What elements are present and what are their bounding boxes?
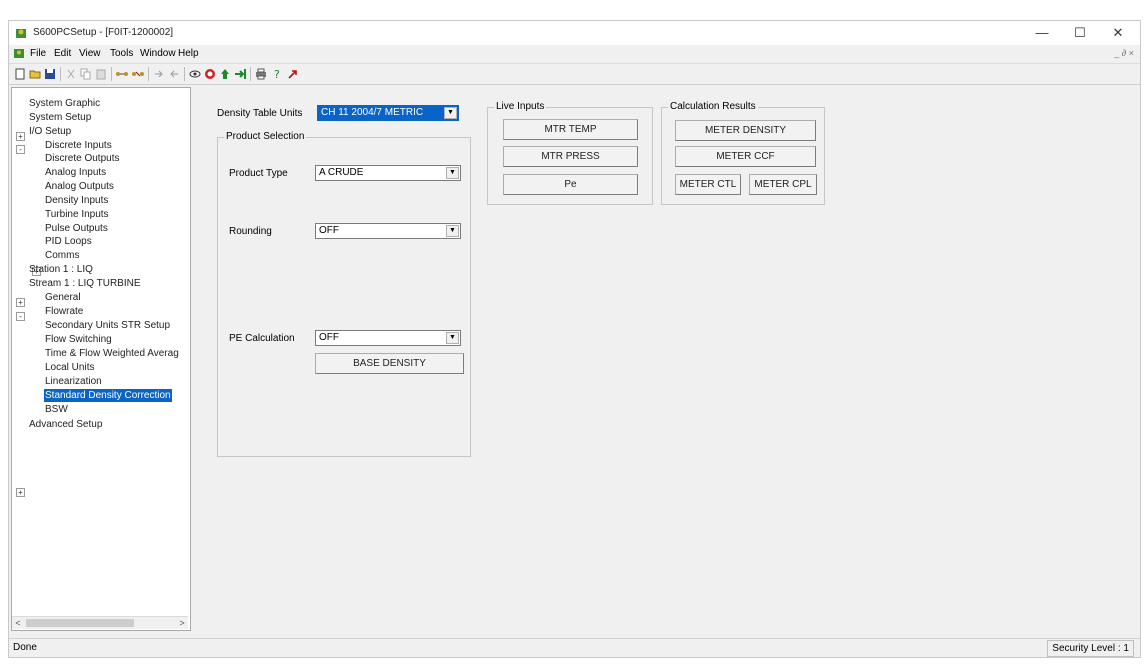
tree-item-turbine-inputs[interactable]: Turbine Inputs <box>45 208 109 221</box>
open-icon[interactable] <box>28 67 42 81</box>
window-title: S600PCSetup - [F0IT-1200002] <box>33 27 174 38</box>
disconnect-icon[interactable] <box>131 67 145 81</box>
base-density-button[interactable]: BASE DENSITY <box>315 353 464 374</box>
status-bar: Done Security Level : 1 <box>9 638 1140 657</box>
menu-edit[interactable]: Edit <box>54 48 71 59</box>
chevron-down-icon[interactable]: ▼ <box>446 225 459 237</box>
live-inputs-group: Live Inputs MTR TEMP MTR PRESS Pe <box>487 101 653 205</box>
mtr-press-button[interactable]: MTR PRESS <box>503 146 638 167</box>
mdi-child-controls[interactable]: _ ∂ × <box>1114 48 1134 58</box>
tree-item-bsw[interactable]: BSW <box>45 403 68 416</box>
help-icon[interactable]: ? <box>271 67 285 81</box>
product-selection-title: Product Selection <box>224 131 307 142</box>
tree-item-flowrate[interactable]: Flowrate <box>45 305 83 318</box>
tree-item-local-units[interactable]: Local Units <box>45 361 94 374</box>
copy-icon[interactable] <box>79 67 93 81</box>
save-icon[interactable] <box>43 67 57 81</box>
cut-icon[interactable] <box>64 67 78 81</box>
pe-calculation-label: PE Calculation <box>229 333 295 344</box>
tree-horizontal-scrollbar[interactable]: < > <box>12 616 188 629</box>
tree-item-density-inputs[interactable]: Density Inputs <box>45 194 108 207</box>
receive-icon[interactable] <box>167 67 181 81</box>
tree-item-advanced-setup[interactable]: Advanced Setup <box>29 418 102 431</box>
product-type-label: Product Type <box>229 168 288 179</box>
arrow-icon[interactable] <box>286 67 300 81</box>
meter-density-button[interactable]: METER DENSITY <box>675 120 816 141</box>
mtr-temp-button[interactable]: MTR TEMP <box>503 119 638 140</box>
tree-item-standard-density-correction[interactable]: Standard Density Correction <box>44 389 172 402</box>
connect-icon[interactable] <box>115 67 129 81</box>
rounding-label: Rounding <box>229 226 272 237</box>
title-bar: S600PCSetup - [F0IT-1200002] — ☐ ✕ <box>9 21 1140 45</box>
pe-calculation-select[interactable]: OFF ▼ <box>315 330 461 346</box>
meter-ctl-button[interactable]: METER CTL <box>675 174 741 195</box>
density-table-units-select[interactable]: CH 11 2004/7 METRIC ▼ <box>317 105 459 121</box>
tree-item-io-setup[interactable]: I/O Setup <box>29 125 71 138</box>
tree-item-pulse-outputs[interactable]: Pulse Outputs <box>45 222 108 235</box>
tree-item-flow-switching[interactable]: Flow Switching <box>45 333 112 346</box>
menu-bar: File Edit View Tools Window Help _ ∂ × <box>9 45 1140 63</box>
minimize-button[interactable]: — <box>1024 23 1060 43</box>
maximize-button[interactable]: ☐ <box>1062 23 1098 43</box>
calculation-results-title: Calculation Results <box>668 101 758 112</box>
tree-item-general[interactable]: General <box>45 291 81 304</box>
paste-icon[interactable] <box>94 67 108 81</box>
stop-icon[interactable] <box>203 67 217 81</box>
tree-item-weighted-averages[interactable]: Time & Flow Weighted Averag <box>45 347 179 360</box>
tree-item-linearization[interactable]: Linearization <box>45 375 102 388</box>
menu-tools[interactable]: Tools <box>110 48 133 59</box>
scrollbar-thumb[interactable] <box>26 619 134 627</box>
scroll-left-icon[interactable]: < <box>12 617 24 629</box>
product-type-select[interactable]: A CRUDE ▼ <box>315 165 461 181</box>
security-level-indicator: Security Level : 1 <box>1047 640 1134 657</box>
tree-item-comms[interactable]: Comms <box>45 249 79 262</box>
close-button[interactable]: ✕ <box>1100 23 1136 43</box>
print-icon[interactable] <box>254 67 268 81</box>
tree-item-system-graphic[interactable]: System Graphic <box>29 97 100 110</box>
status-text: Done <box>13 642 37 653</box>
menu-window[interactable]: Window <box>140 48 176 59</box>
chevron-down-icon[interactable]: ▼ <box>446 167 459 179</box>
toolbar: ? <box>9 63 1140 85</box>
tree-item-pid-loops[interactable]: PID Loops <box>45 235 92 248</box>
svg-text:?: ? <box>274 68 280 80</box>
tree-item-discrete-outputs[interactable]: Discrete Outputs <box>45 152 119 165</box>
new-icon[interactable] <box>13 67 27 81</box>
collapse-icon[interactable]: - <box>16 145 25 154</box>
collapse-icon[interactable]: - <box>16 312 25 321</box>
scroll-right-icon[interactable]: > <box>176 617 188 629</box>
meter-cpl-button[interactable]: METER CPL <box>749 174 817 195</box>
send-icon[interactable] <box>152 67 166 81</box>
density-table-units-label: Density Table Units <box>217 108 303 119</box>
tree-item-secondary-units[interactable]: Secondary Units STR Setup <box>45 319 170 332</box>
live-inputs-title: Live Inputs <box>494 101 547 112</box>
tree-item-analog-inputs[interactable]: Analog Inputs <box>45 166 106 179</box>
meter-ccf-button[interactable]: METER CCF <box>675 146 816 167</box>
tree-item-stream-1[interactable]: Stream 1 : LIQ TURBINE <box>29 277 141 290</box>
upload-icon[interactable] <box>218 67 232 81</box>
app-logo-icon <box>15 27 27 39</box>
document-icon[interactable] <box>14 48 25 59</box>
tree-item-system-setup[interactable]: System Setup <box>29 111 91 124</box>
eye-icon[interactable] <box>188 67 202 81</box>
tree-item-discrete-inputs[interactable]: Discrete Inputs <box>45 139 112 152</box>
menu-view[interactable]: View <box>79 48 101 59</box>
menu-file[interactable]: File <box>30 48 46 59</box>
expand-icon[interactable]: + <box>16 488 25 497</box>
navigation-tree[interactable]: + - + + - + System Graphic System Setup … <box>11 87 191 631</box>
rounding-select[interactable]: OFF ▼ <box>315 223 461 239</box>
expand-icon[interactable]: + <box>16 132 25 141</box>
main-panel: Density Table Units CH 11 2004/7 METRIC … <box>195 87 1138 631</box>
expand-icon[interactable]: + <box>16 298 25 307</box>
menu-help[interactable]: Help <box>178 48 199 59</box>
tree-item-analog-outputs[interactable]: Analog Outputs <box>45 180 114 193</box>
chevron-down-icon[interactable]: ▼ <box>444 107 457 119</box>
chevron-down-icon[interactable]: ▼ <box>446 332 459 344</box>
download-icon[interactable] <box>233 67 247 81</box>
product-selection-group: Product Selection Product Type A CRUDE ▼… <box>217 131 471 457</box>
pe-button[interactable]: Pe <box>503 174 638 195</box>
application-window: S600PCSetup - [F0IT-1200002] — ☐ ✕ File … <box>8 20 1141 658</box>
tree-item-station-1[interactable]: Station 1 : LIQ <box>29 263 93 276</box>
calculation-results-group: Calculation Results METER DENSITY METER … <box>661 101 825 205</box>
